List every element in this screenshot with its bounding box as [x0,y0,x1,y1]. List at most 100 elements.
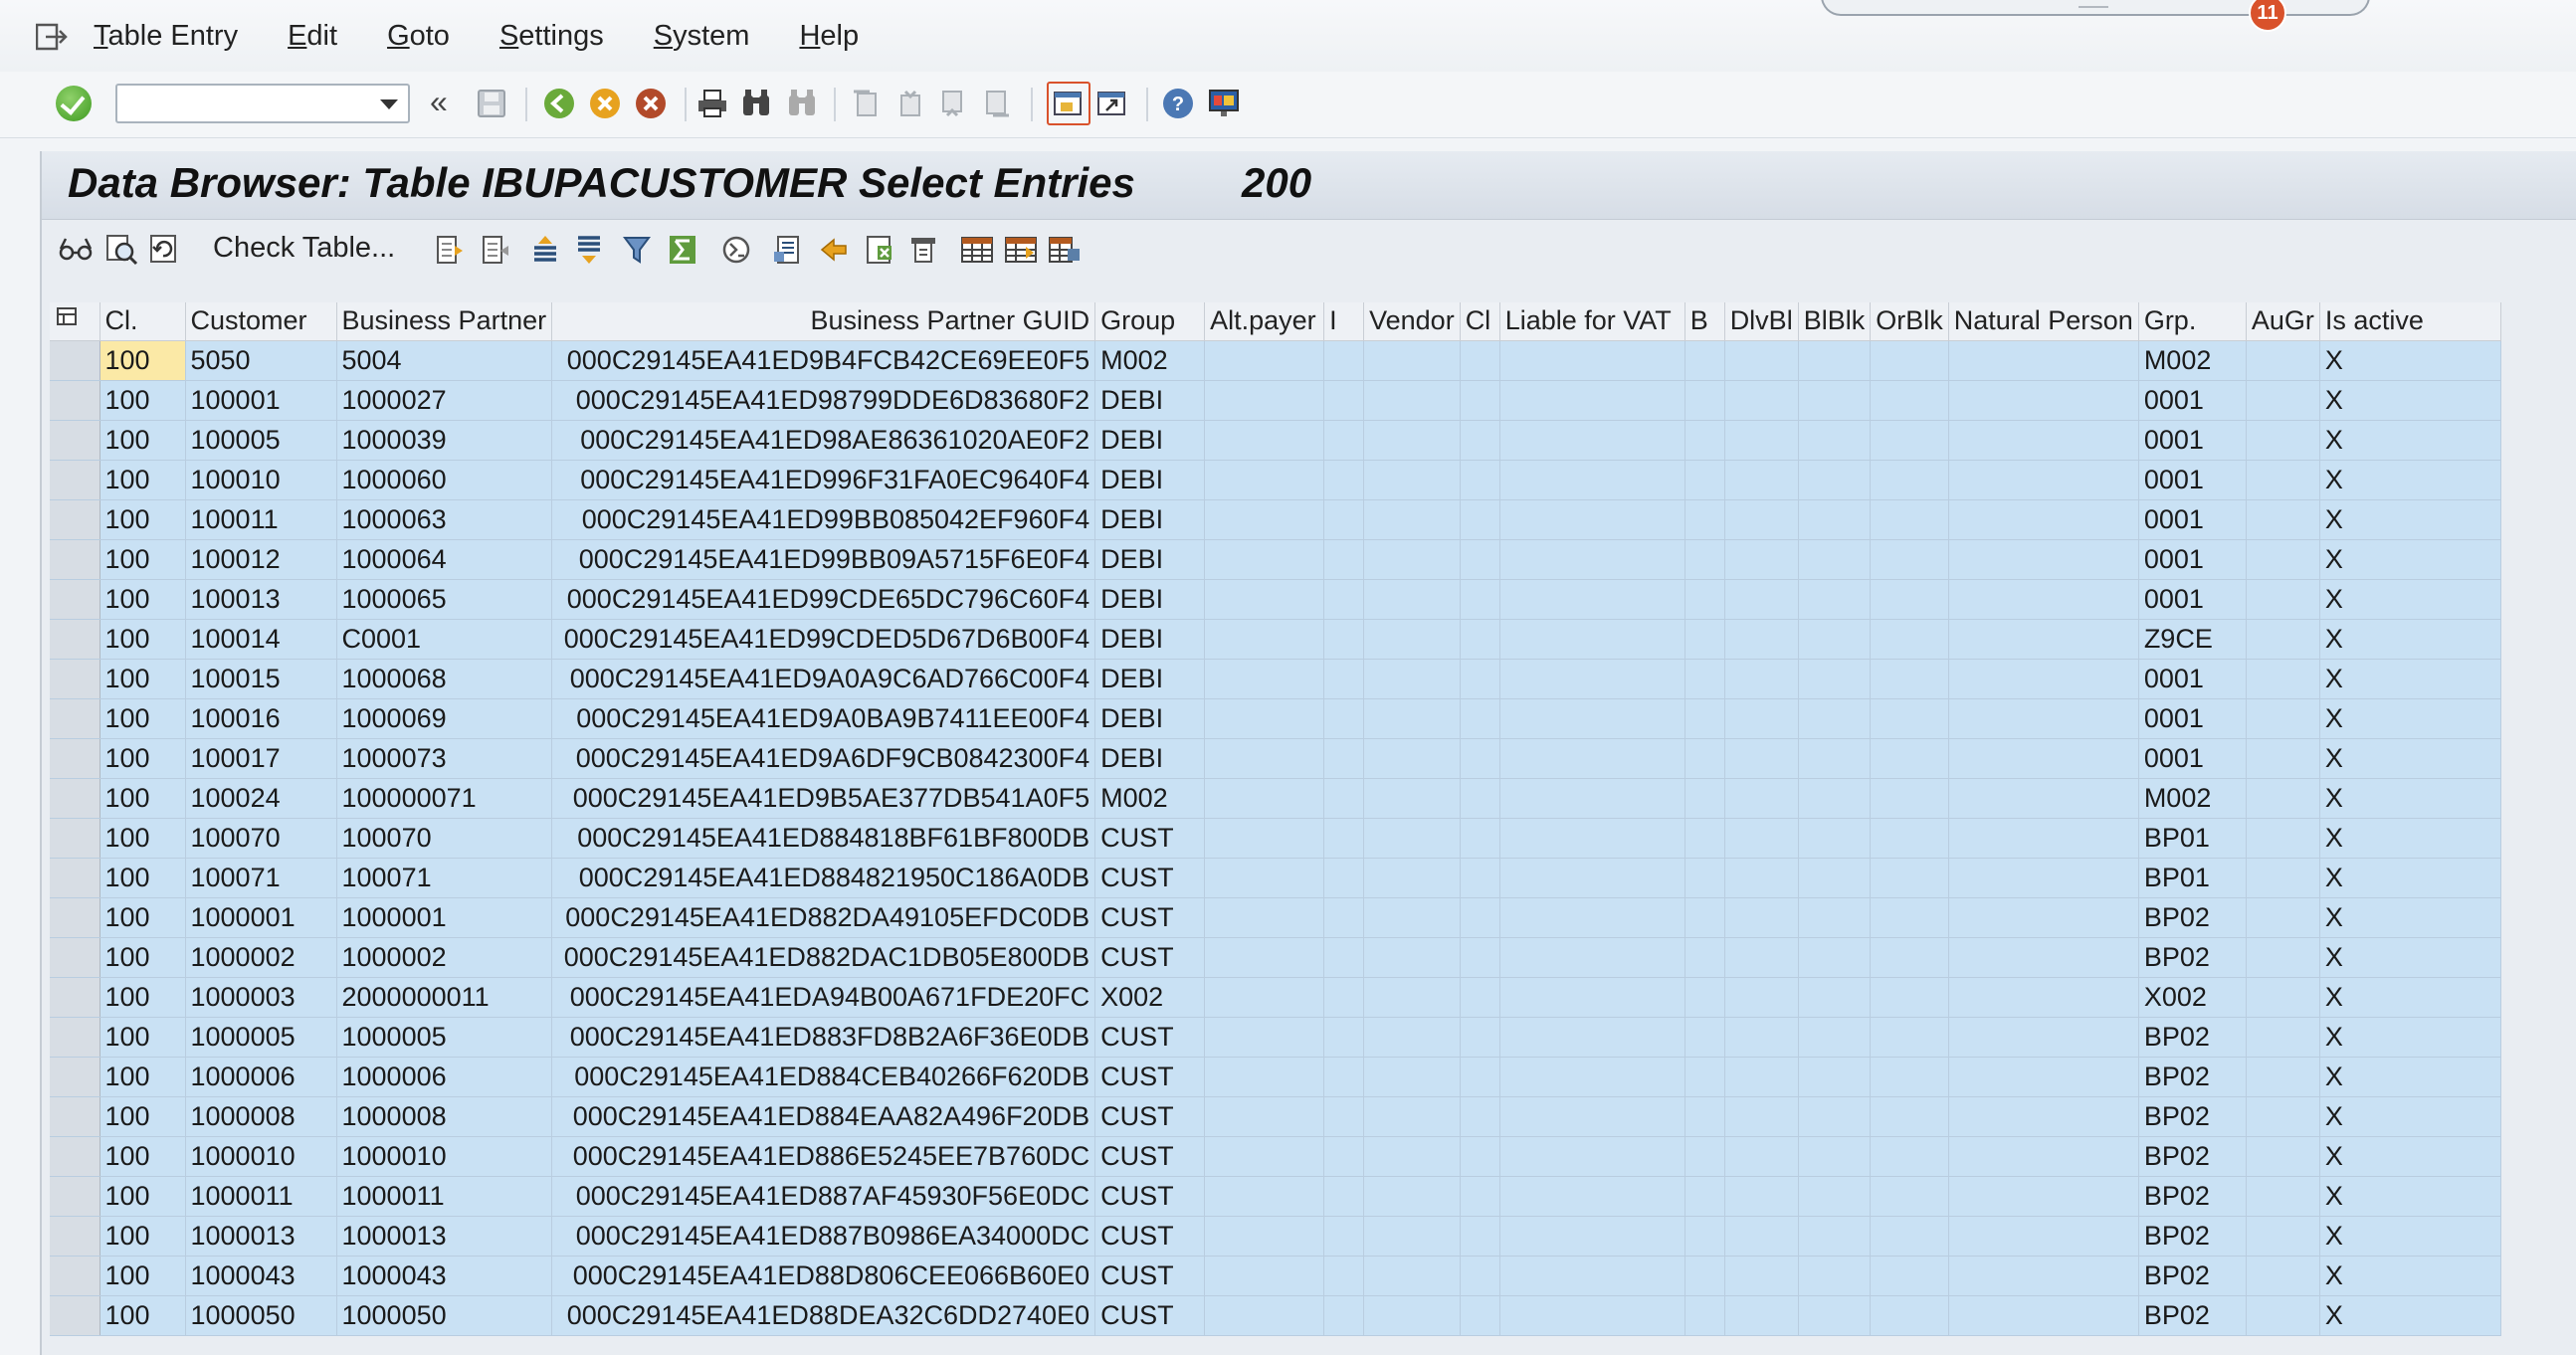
column-header[interactable]: Is active [2319,302,2501,341]
table-cell[interactable]: X [2319,1216,2501,1257]
table-cell[interactable]: 100014 [185,619,337,660]
table-cell[interactable]: X [2319,380,2501,421]
table-cell[interactable] [1323,778,1365,819]
table-cell[interactable] [1499,858,1685,898]
table-cell[interactable] [1684,1096,1725,1137]
table-cell[interactable] [1323,659,1365,699]
table-cell[interactable] [2246,1295,2320,1336]
column-header[interactable]: Business Partner GUID [551,302,1096,341]
table-cell[interactable]: 1000013 [185,1216,337,1257]
table-cell[interactable] [1684,659,1725,699]
row-selector[interactable] [50,1096,100,1137]
print-preview-icon[interactable] [770,232,806,268]
table-cell[interactable] [1204,858,1325,898]
table-cell[interactable] [1870,1216,1949,1257]
table-cell[interactable] [1460,499,1500,540]
table-cell[interactable]: 000C29145EA41ED98AE86361020AE0F2 [551,420,1096,461]
table-cell[interactable]: Z9CE [2138,619,2247,660]
table-cell[interactable]: CUST [1094,937,1206,978]
column-header[interactable]: Natural Person [1948,302,2139,341]
table-cell[interactable] [1363,977,1461,1018]
table-cell[interactable] [1798,818,1872,859]
table-cell[interactable] [1323,1136,1365,1177]
menu-table-entry[interactable]: Table Entry [94,20,238,53]
customize-layout-icon[interactable] [1206,86,1242,121]
table-cell[interactable] [1204,340,1325,381]
table-cell[interactable] [1724,460,1799,500]
table-cell[interactable] [1204,579,1325,620]
table-cell[interactable] [1460,1057,1500,1097]
column-header[interactable]: Cl [1460,302,1500,341]
table-cell[interactable]: 1000010 [185,1136,337,1177]
table-cell[interactable] [1684,858,1725,898]
menu-system[interactable]: System [654,20,750,53]
table-cell[interactable] [1948,778,2139,819]
table-cell[interactable] [1798,738,1872,779]
table-cell[interactable]: 0001 [2138,659,2247,699]
table-cell[interactable] [1948,977,2139,1018]
table-cell[interactable]: 000C29145EA41ED883FD8B2A6F36E0DB [551,1017,1096,1058]
table-cell[interactable] [1363,858,1461,898]
export-icon[interactable] [816,232,852,268]
table-cell[interactable] [1684,1017,1725,1058]
table-cell[interactable]: 2000000011 [336,977,553,1018]
table-cell[interactable]: 100 [99,897,186,938]
table-cell[interactable]: 100 [99,698,186,739]
table-cell[interactable]: 100 [99,420,186,461]
table-cell[interactable] [1798,1216,1872,1257]
row-selector[interactable] [50,1057,100,1097]
table-cell[interactable] [1870,340,1949,381]
table-cell[interactable] [1870,1256,1949,1296]
row-selector[interactable] [50,619,100,660]
table-cell[interactable] [1460,460,1500,500]
table-cell[interactable] [1323,977,1365,1018]
table-cell[interactable]: X [2319,778,2501,819]
table-cell[interactable] [1363,1176,1461,1217]
table-cell[interactable] [1724,977,1799,1018]
table-cell[interactable]: M002 [1094,778,1206,819]
table-cell[interactable] [1204,1176,1325,1217]
table-cell[interactable] [1363,420,1461,461]
table-cell[interactable]: X [2319,1295,2501,1336]
table-row[interactable]: 100 100017 1000073 000C29145EA41ED9A6DF9CB0… [50,738,2501,779]
table-cell[interactable]: 1000050 [336,1295,553,1336]
table-cell[interactable] [2246,619,2320,660]
table-row[interactable]: 100 1000006 1000006 000C29145EA41ED884CEB40… [50,1057,2501,1097]
table-cell[interactable]: 000C29145EA41ED9A0A9C6AD766C00F4 [551,659,1096,699]
table-cell[interactable] [1460,340,1500,381]
table-row[interactable]: 100 1000011 1000011 000C29145EA41ED887AF459… [50,1176,2501,1217]
table-cell[interactable] [1323,1057,1365,1097]
table-cell[interactable]: CUST [1094,1216,1206,1257]
table-cell[interactable] [1363,460,1461,500]
table-cell[interactable] [1204,1216,1325,1257]
table-cell[interactable] [1870,778,1949,819]
table-cell[interactable] [1323,1017,1365,1058]
table-cell[interactable]: 100 [99,1136,186,1177]
print-icon[interactable] [694,86,730,121]
table-cell[interactable]: 1000060 [336,460,553,500]
table-cell[interactable] [1684,380,1725,421]
table-cell[interactable] [1724,659,1799,699]
table-cell[interactable] [1724,778,1799,819]
table-cell[interactable] [1724,937,1799,978]
table-cell[interactable]: X [2319,1256,2501,1296]
chevron-down-icon[interactable] [380,99,398,109]
table-cell[interactable]: 100001 [185,380,337,421]
check-table-button[interactable]: Check Table... [213,232,395,265]
table-cell[interactable] [1870,1096,1949,1137]
table-cell[interactable] [2246,420,2320,461]
table-cell[interactable]: X [2319,659,2501,699]
table-cell[interactable] [1363,1017,1461,1058]
column-header[interactable]: AuGr [2246,302,2320,341]
table-cell[interactable]: X [2319,340,2501,381]
table-cell[interactable] [1204,1057,1325,1097]
table-cell[interactable] [1323,897,1365,938]
table-cell[interactable] [2246,579,2320,620]
table-cell[interactable] [1948,539,2139,580]
table-cell[interactable] [2246,659,2320,699]
table-cell[interactable] [1204,1017,1325,1058]
table-cell[interactable] [1363,1096,1461,1137]
table-cell[interactable]: BP01 [2138,858,2247,898]
table-cell[interactable] [1870,499,1949,540]
table-cell[interactable] [2246,460,2320,500]
